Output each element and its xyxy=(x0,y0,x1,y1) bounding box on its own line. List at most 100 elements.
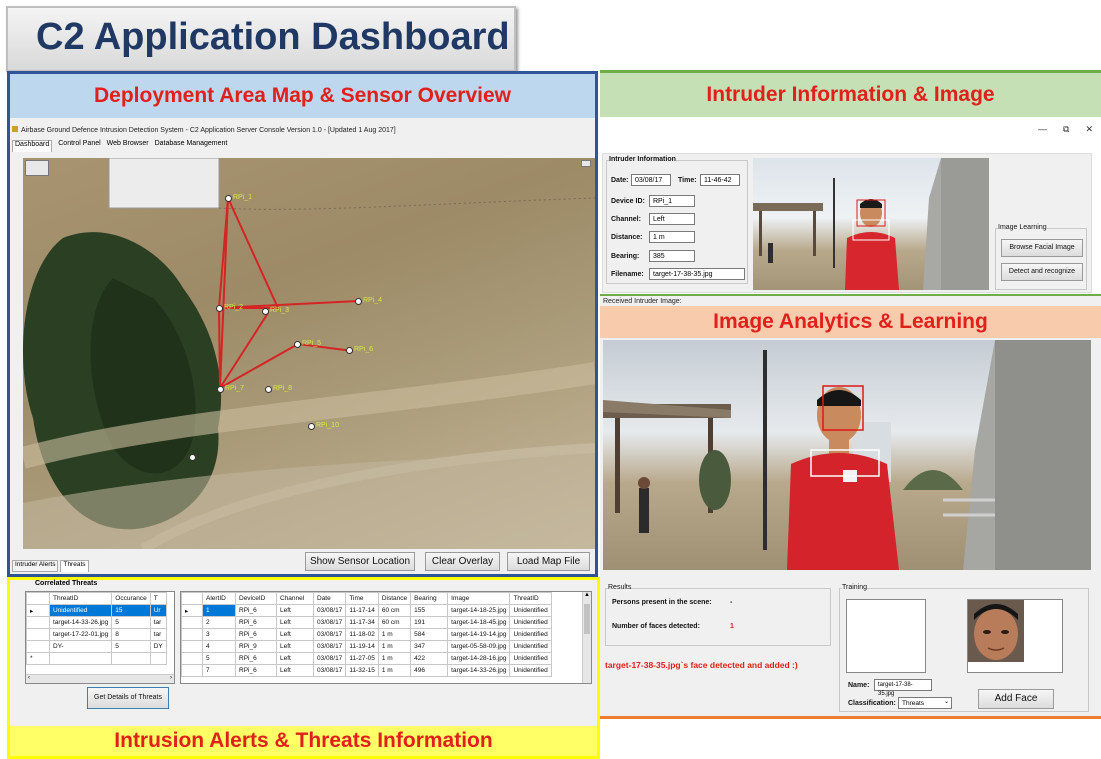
filename-field[interactable]: target-17-38-35.jpg xyxy=(649,268,745,280)
cell[interactable]: 496 xyxy=(410,664,449,677)
cell[interactable]: target-05-58-09.jpg xyxy=(447,640,511,653)
col-alert-id[interactable]: AlertID xyxy=(202,592,236,605)
sensor-marker[interactable] xyxy=(346,347,353,354)
classification-select[interactable]: Threats ⌄ xyxy=(898,697,952,709)
cell[interactable]: 11-18-02 xyxy=(345,628,379,641)
cell[interactable]: 584 xyxy=(410,628,449,641)
cell[interactable]: 5 xyxy=(111,616,151,629)
cell[interactable]: target-14-33-26.jpg xyxy=(48,616,113,629)
cell[interactable]: Unidentified xyxy=(509,616,552,629)
bearing-field[interactable]: 385 xyxy=(649,250,695,262)
tab-dashboard[interactable]: Dashboard xyxy=(12,140,53,152)
chevron-down-icon[interactable]: ⌄ xyxy=(944,698,949,707)
cell[interactable]: Left xyxy=(276,664,314,677)
cell[interactable]: 5 xyxy=(111,640,151,653)
cell[interactable]: 7 xyxy=(202,664,236,677)
cell[interactable]: Left xyxy=(276,616,314,629)
cell[interactable]: RPi_6 xyxy=(235,628,277,641)
col-device-id[interactable]: DeviceID xyxy=(235,592,277,605)
table-row[interactable]: target-14-33-26.jpg 5 tar xyxy=(26,616,167,629)
show-sensor-location-button[interactable]: Show Sensor Location xyxy=(305,552,415,571)
cell[interactable]: 60 cm xyxy=(377,616,412,629)
close-icon[interactable]: ✕ xyxy=(1085,124,1093,135)
table-row[interactable]: 2 RPi_6 Left 03/08/17 11-17-34 60 cm 191 target… xyxy=(181,616,552,629)
cell[interactable]: Left xyxy=(276,652,314,665)
add-face-button[interactable]: Add Face xyxy=(978,689,1054,709)
sensor-marker[interactable] xyxy=(294,341,301,348)
map-close-button[interactable] xyxy=(581,160,591,167)
training-image-slot[interactable] xyxy=(846,599,926,673)
cell[interactable]: 4 xyxy=(202,640,236,653)
scroll-right-icon[interactable]: › xyxy=(170,675,172,681)
tab-database-management[interactable]: Database Management xyxy=(155,140,228,152)
sensor-marker[interactable] xyxy=(308,423,315,430)
cell[interactable]: target-14-18-45.jpg xyxy=(447,616,511,629)
table-row-new[interactable]: * xyxy=(26,652,167,665)
cell[interactable]: 3 xyxy=(202,628,236,641)
row-selector[interactable]: ▸ xyxy=(181,604,203,617)
cell[interactable]: RPi_9 xyxy=(235,640,277,653)
cell[interactable]: RPi_6 xyxy=(235,664,277,677)
cell[interactable]: 11-17-34 xyxy=(345,616,379,629)
cell[interactable]: 15 xyxy=(111,604,151,617)
cell[interactable]: Unidentified xyxy=(509,628,552,641)
cell[interactable]: 422 xyxy=(410,652,449,665)
cell[interactable]: 155 xyxy=(410,604,449,617)
row-selector[interactable] xyxy=(181,628,203,641)
cell[interactable]: Unidentified xyxy=(509,640,552,653)
cell[interactable]: Ur xyxy=(149,604,167,617)
cell[interactable]: 60 cm xyxy=(377,604,412,617)
col-distance[interactable]: Distance xyxy=(377,592,412,605)
cell[interactable]: 11-27-05 xyxy=(345,652,379,665)
sensor-marker[interactable] xyxy=(217,386,224,393)
table-row[interactable]: 3 RPi_6 Left 03/08/17 11-18-02 1 m 584 target-1… xyxy=(181,628,552,641)
cell[interactable]: 1 m xyxy=(377,628,412,641)
col-image[interactable]: Image xyxy=(447,592,511,605)
intruder-image-thumbnail[interactable] xyxy=(753,158,989,290)
cell[interactable] xyxy=(111,652,151,665)
cell[interactable]: 03/08/17 xyxy=(312,604,347,617)
horizontal-scrollbar[interactable]: ‹ › xyxy=(26,674,174,683)
cell[interactable]: Left xyxy=(276,628,314,641)
cell[interactable]: target-14-19-14.jpg xyxy=(447,628,511,641)
scroll-thumb[interactable] xyxy=(584,604,590,634)
training-name-field[interactable]: target-17-38-35.jpg xyxy=(874,679,932,697)
load-map-file-button[interactable]: Load Map File xyxy=(507,552,590,571)
cell[interactable]: DY- xyxy=(48,640,113,653)
col-threat-id[interactable]: ThreatID xyxy=(48,592,113,605)
scroll-left-icon[interactable]: ‹ xyxy=(28,675,30,681)
cell[interactable]: Unidentified xyxy=(48,604,113,617)
minimize-icon[interactable]: — xyxy=(1038,124,1047,135)
cell[interactable]: DY xyxy=(149,640,167,653)
cell[interactable]: 1 xyxy=(202,604,236,617)
col-t[interactable]: T xyxy=(149,592,167,605)
time-field[interactable]: 11-46-42 xyxy=(700,174,740,186)
cell[interactable]: Left xyxy=(276,640,314,653)
scroll-up-icon[interactable]: ▲ xyxy=(584,592,590,598)
vertical-scrollbar[interactable]: ▲ xyxy=(582,592,591,683)
sensor-marker[interactable] xyxy=(355,298,362,305)
row-selector[interactable] xyxy=(26,628,50,641)
cell[interactable]: 11-19-14 xyxy=(345,640,379,653)
cell[interactable]: 1 m xyxy=(377,664,412,677)
cell[interactable]: 11-17-14 xyxy=(345,604,379,617)
sensor-marker[interactable] xyxy=(189,454,196,461)
cell[interactable]: Unidentified xyxy=(509,664,552,677)
row-selector[interactable] xyxy=(181,640,203,653)
table-row[interactable]: 4 RPi_9 Left 03/08/17 11-19-14 1 m 347 target-0… xyxy=(181,640,552,653)
cell[interactable]: 03/08/17 xyxy=(312,664,347,677)
restore-icon[interactable]: ⧉ xyxy=(1063,124,1069,135)
tab-web-browser[interactable]: Web Browser xyxy=(107,140,149,152)
cell[interactable]: 5 xyxy=(202,652,236,665)
satellite-map[interactable]: RPi_1 RPi_2 RPi_3 RPi_4 RPi_5 RPi_6 RPi_… xyxy=(23,158,595,549)
tab-intruder-alerts[interactable]: Intruder Alerts xyxy=(12,560,59,572)
row-selector[interactable] xyxy=(181,664,203,677)
cell[interactable]: 8 xyxy=(111,628,151,641)
tab-threats[interactable]: Threats xyxy=(60,560,89,572)
cell[interactable]: 1 m xyxy=(377,652,412,665)
col-threat-id[interactable]: ThreatID xyxy=(509,592,552,605)
row-selector[interactable] xyxy=(26,640,50,653)
channel-field[interactable]: Left xyxy=(649,213,695,225)
cell[interactable]: 347 xyxy=(410,640,449,653)
sensor-marker[interactable] xyxy=(216,305,223,312)
